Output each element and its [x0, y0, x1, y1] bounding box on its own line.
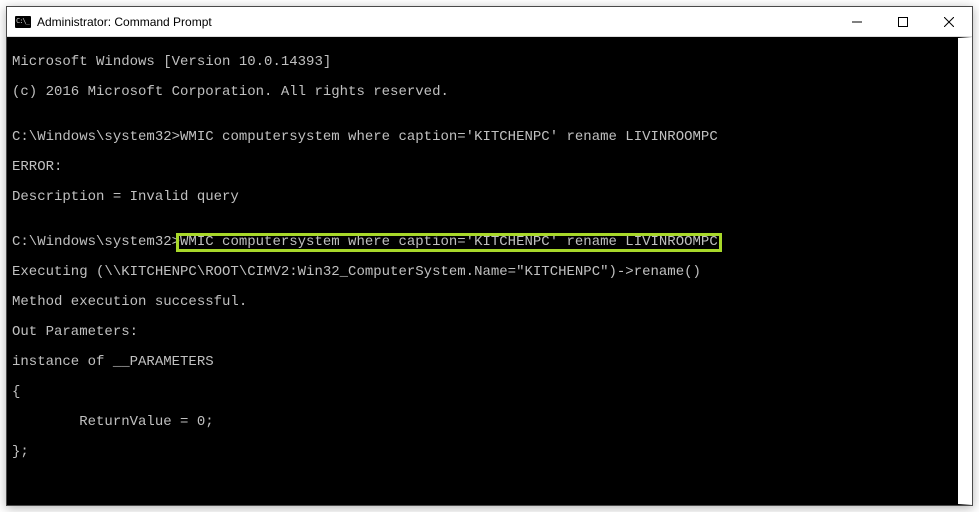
output-line: {: [12, 385, 954, 400]
titlebar[interactable]: Administrator: Command Prompt: [7, 7, 972, 37]
maximize-button[interactable]: [880, 7, 926, 36]
output-line: };: [12, 445, 954, 460]
command-text: WMIC computersystem where caption='KITCH…: [180, 129, 718, 145]
close-button[interactable]: [926, 7, 972, 36]
minimize-icon: [852, 17, 862, 27]
output-line: Description = Invalid query: [12, 190, 954, 205]
output-line: Executing (\\KITCHENPC\ROOT\CIMV2:Win32_…: [12, 265, 954, 280]
output-line: Microsoft Windows [Version 10.0.14393]: [12, 55, 954, 70]
output-line: instance of __PARAMETERS: [12, 355, 954, 370]
command-prompt-window: Administrator: Command Prompt Microsoft …: [6, 6, 973, 506]
prompt: C:\Windows\system32>: [12, 129, 180, 145]
window-controls: [834, 7, 972, 36]
close-icon: [944, 17, 954, 27]
prompt: C:\Windows\system32>: [12, 234, 180, 250]
terminal-output[interactable]: Microsoft Windows [Version 10.0.14393] (…: [7, 37, 972, 505]
prompt: C:\Windows\system32>: [12, 504, 180, 505]
window-title: Administrator: Command Prompt: [37, 15, 834, 29]
output-line: ReturnValue = 0;: [12, 415, 954, 430]
minimize-button[interactable]: [834, 7, 880, 36]
output-line: Method execution successful.: [12, 295, 954, 310]
maximize-icon: [898, 17, 908, 27]
highlighted-command: WMIC computersystem where caption='KITCH…: [178, 235, 720, 250]
output-line: (c) 2016 Microsoft Corporation. All righ…: [12, 85, 954, 100]
output-line: C:\Windows\system32>WMIC computersystem …: [12, 235, 954, 250]
output-line: ERROR:: [12, 160, 954, 175]
output-line: C:\Windows\system32>WMIC computersystem …: [12, 130, 954, 145]
output-line: Out Parameters:: [12, 325, 954, 340]
cmd-icon: [15, 16, 31, 28]
